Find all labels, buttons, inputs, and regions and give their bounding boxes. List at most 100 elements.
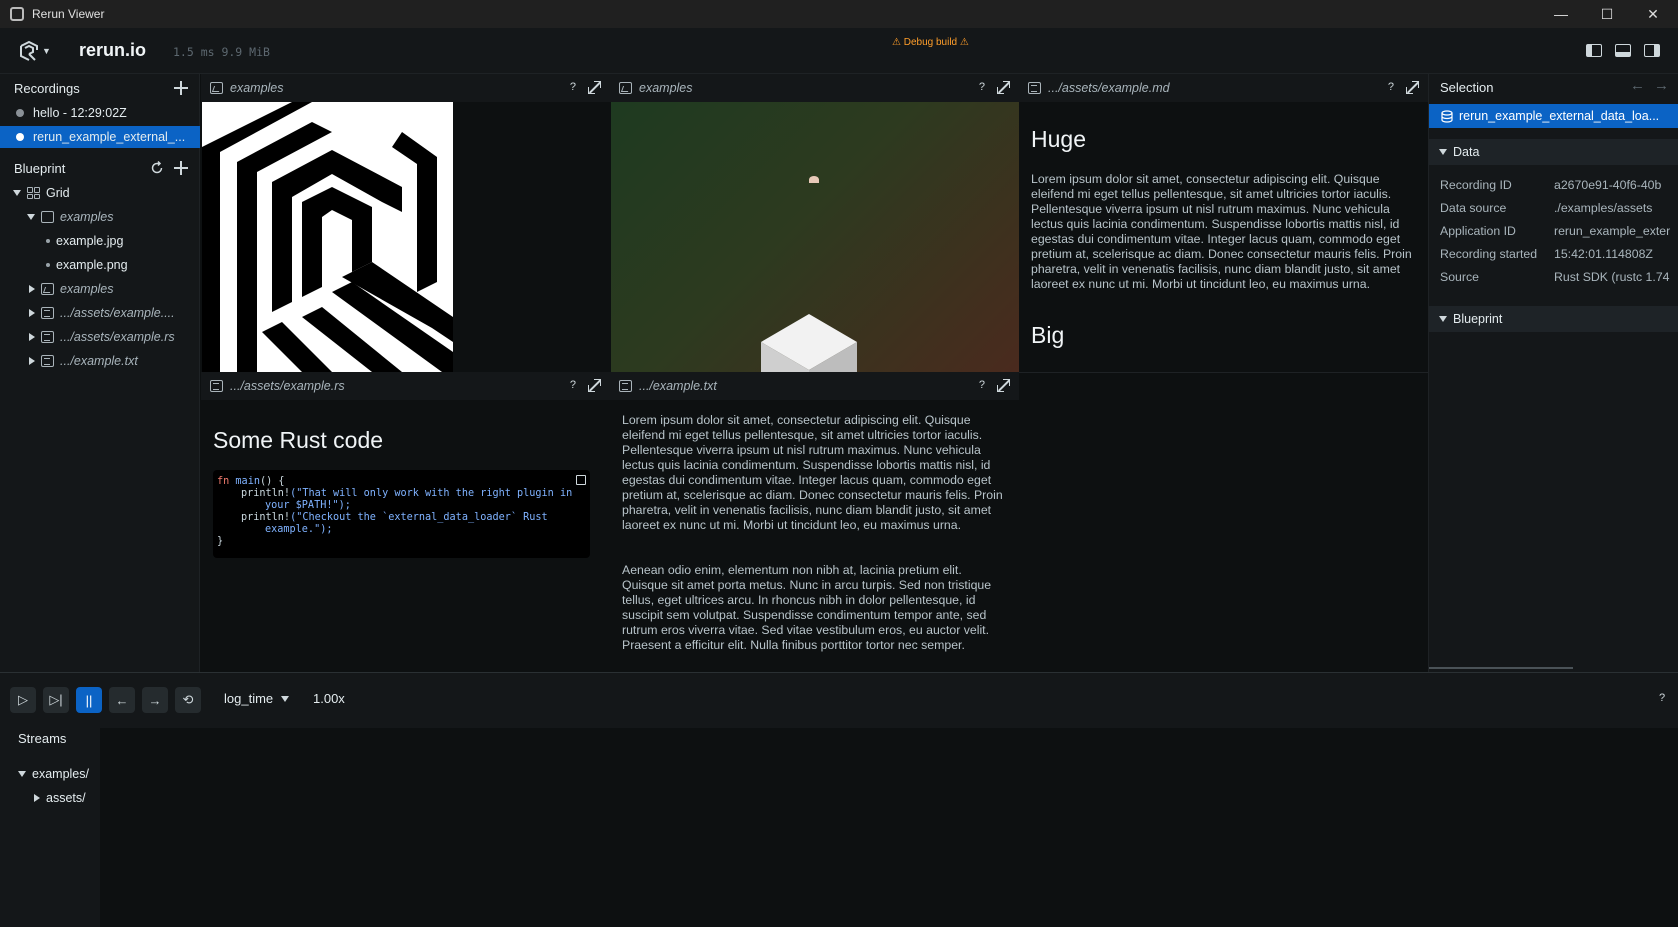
help-icon[interactable]: ?	[570, 81, 576, 93]
help-icon[interactable]: ?	[1388, 81, 1394, 93]
data-section-header[interactable]: Data	[1429, 139, 1678, 165]
data-source-value: ./examples/assets	[1554, 201, 1653, 215]
view-example-rs[interactable]: .../assets/example.rs ? Some Rust code f…	[201, 372, 610, 672]
view-example-txt[interactable]: .../example.txt ? Lorem ipsum dolor sit …	[610, 372, 1019, 672]
toggle-right-panel-icon[interactable]	[1644, 44, 1660, 57]
maximize-view-icon[interactable]	[588, 81, 601, 94]
view-tab[interactable]: .../assets/example.rs ?	[201, 372, 610, 400]
chevron-down-icon	[281, 695, 290, 702]
view-example-md[interactable]: .../assets/example.md ? Huge Lorem ipsum…	[1019, 74, 1428, 372]
chevron-right-icon[interactable]	[29, 285, 35, 293]
chevron-right-icon[interactable]	[29, 333, 35, 341]
maximize-button[interactable]: ☐	[1584, 0, 1630, 28]
tree-item-example-txt[interactable]: .../example.txt	[29, 350, 138, 372]
forward-arrow-icon[interactable]: →	[1654, 77, 1669, 94]
chevron-right-icon[interactable]	[29, 309, 35, 317]
view-title: .../example.txt	[639, 379, 717, 393]
playback-speed[interactable]: 1.00x	[313, 691, 345, 706]
application-id-key: Application ID	[1440, 224, 1516, 238]
markdown-paragraph: Lorem ipsum dolor sit amet, consectetur …	[1031, 172, 1412, 291]
maximize-view-icon[interactable]	[997, 379, 1010, 392]
recordings-header: Recordings	[0, 76, 200, 100]
pause-button[interactable]: ||	[76, 687, 102, 713]
tree-label: example.jpg	[56, 234, 124, 248]
stream-item-assets[interactable]: assets/	[34, 787, 86, 809]
help-icon[interactable]: ?	[979, 379, 985, 391]
help-icon[interactable]: ?	[979, 81, 985, 93]
view-title: .../assets/example.md	[1048, 81, 1170, 95]
step-forward-button[interactable]: →	[142, 687, 168, 713]
markdown-heading-big: Big	[1031, 322, 1065, 348]
recording-started-value: 15:42:01.114808Z	[1554, 247, 1653, 261]
copy-code-icon[interactable]	[576, 475, 586, 485]
tree-item-examples-2d-b[interactable]: examples	[29, 278, 114, 300]
tree-item-grid[interactable]: Grid	[13, 182, 70, 204]
tree-item-examples-2d[interactable]: examples	[27, 206, 114, 228]
top-panel: ▼ rerun.io 1.5 ms 9.9 MiB ⚠ Debug build …	[0, 28, 1678, 74]
timeline-name: log_time	[224, 691, 274, 706]
selected-recording-item[interactable]: rerun_example_external_data_loa...	[1429, 104, 1678, 128]
reset-blueprint-icon[interactable]	[150, 161, 164, 175]
timeline-selector[interactable]: log_time	[224, 691, 290, 706]
minimize-button[interactable]: —	[1538, 0, 1584, 28]
stream-item-examples[interactable]: examples/	[18, 763, 89, 785]
tree-label: examples	[60, 282, 114, 296]
chevron-down-icon[interactable]	[13, 190, 21, 196]
chevron-down-icon[interactable]	[27, 214, 35, 220]
back-arrow-icon[interactable]: ←	[1630, 77, 1645, 94]
view-tab[interactable]: .../assets/example.md ?	[1019, 74, 1428, 102]
scene-cube	[761, 314, 857, 372]
blueprint-header: Blueprint	[0, 156, 200, 180]
view-examples-image[interactable]: examples ?	[201, 74, 610, 372]
maximize-view-icon[interactable]	[588, 379, 601, 392]
time-area[interactable]	[100, 728, 1678, 927]
rerun-app-icon	[10, 7, 24, 21]
text-document-view-icon	[41, 355, 54, 367]
view-tab[interactable]: .../example.txt ?	[610, 372, 1019, 400]
step-back-button[interactable]: ←	[109, 687, 135, 713]
toggle-bottom-panel-icon[interactable]	[1615, 44, 1631, 57]
close-window-button[interactable]: ✕	[1630, 0, 1676, 28]
add-recording-icon[interactable]	[174, 81, 188, 95]
horizontal-scrollbar[interactable]	[1429, 667, 1573, 669]
recordings-title: Recordings	[14, 80, 80, 96]
chevron-down-icon[interactable]	[1439, 316, 1447, 322]
recording-item-selected[interactable]: rerun_example_external_...	[0, 126, 200, 148]
chevron-down-icon[interactable]	[18, 771, 26, 777]
maximize-view-icon[interactable]	[997, 81, 1010, 94]
logo-menu-chevron-icon[interactable]: ▼	[42, 46, 51, 56]
brand-link[interactable]: rerun.io	[79, 40, 146, 61]
tree-item-assets-md[interactable]: .../assets/example....	[29, 302, 175, 324]
follow-button[interactable]: ▷|	[43, 687, 69, 713]
help-icon[interactable]: ?	[570, 379, 576, 391]
tree-item-example-jpg[interactable]: example.jpg	[46, 230, 123, 252]
rerun-logo-image	[202, 102, 453, 372]
recording-item[interactable]: hello - 12:29:02Z	[0, 102, 200, 124]
play-button[interactable]: ▷	[10, 687, 36, 713]
chevron-down-icon[interactable]	[1439, 149, 1447, 155]
rerun-logo-icon[interactable]	[18, 40, 40, 62]
view-examples-3d[interactable]: examples ?	[610, 74, 1019, 372]
timeline-panel: ▷ ▷| || ← → ⟲ log_time 1.00x ? Streams e…	[0, 672, 1678, 927]
source-key: Source	[1440, 270, 1479, 284]
view-tab[interactable]: examples ?	[201, 74, 610, 102]
view-title: examples	[639, 81, 693, 95]
tree-label: .../assets/example....	[60, 306, 175, 320]
3d-scene-canvas[interactable]	[611, 102, 1019, 372]
blueprint-section-header[interactable]: Blueprint	[1429, 306, 1678, 332]
tree-item-example-png[interactable]: example.png	[46, 254, 128, 276]
recording-label: rerun_example_external_...	[33, 130, 186, 144]
text-document-view-icon	[619, 380, 632, 392]
chevron-right-icon[interactable]	[34, 794, 40, 802]
text-document-view-icon	[210, 380, 223, 392]
streams-title: Streams	[18, 731, 67, 746]
help-icon[interactable]: ?	[1659, 692, 1665, 704]
tree-item-assets-rs[interactable]: .../assets/example.rs	[29, 326, 175, 348]
chevron-right-icon[interactable]	[29, 357, 35, 365]
maximize-view-icon[interactable]	[1406, 81, 1419, 94]
add-view-icon[interactable]	[174, 161, 188, 175]
loop-button[interactable]: ⟲	[175, 687, 201, 713]
view-tab[interactable]: examples ?	[610, 74, 1019, 102]
toggle-left-panel-icon[interactable]	[1586, 44, 1602, 57]
markdown-heading-rust: Some Rust code	[213, 427, 384, 453]
